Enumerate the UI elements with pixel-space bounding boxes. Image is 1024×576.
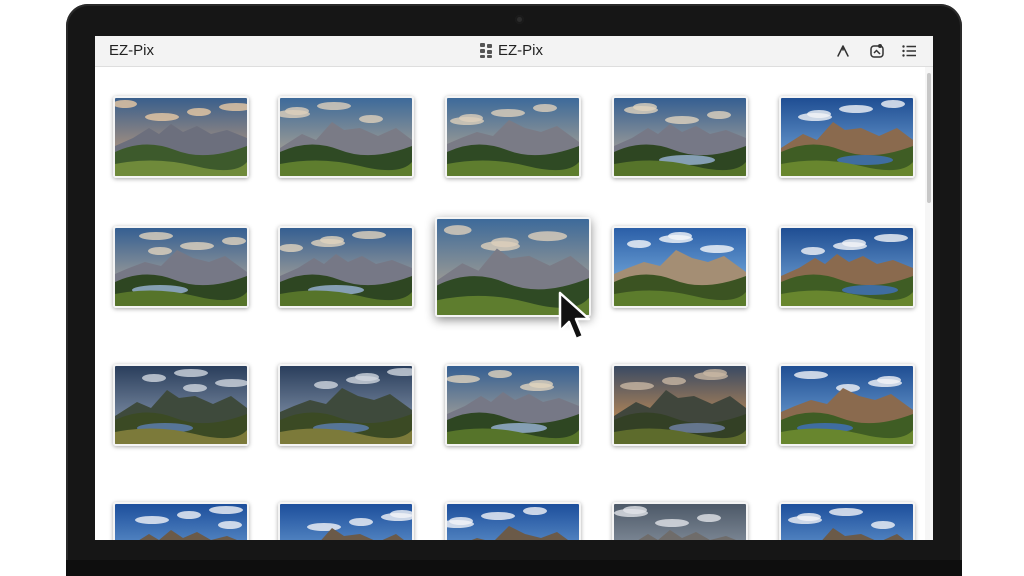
landscape-photo-icon xyxy=(781,98,913,176)
camera-icon xyxy=(515,15,524,24)
landscape-photo-icon xyxy=(447,98,579,176)
photo-thumbnail[interactable] xyxy=(278,364,414,446)
landscape-photo-icon xyxy=(614,366,746,444)
title-bar: EZ-Pix EZ-Pix xyxy=(95,36,933,67)
add-photo-icon[interactable] xyxy=(869,43,885,59)
sort-icon[interactable] xyxy=(835,43,851,59)
app-window: EZ-Pix EZ-Pix xyxy=(95,36,933,540)
photo-thumbnail[interactable] xyxy=(445,364,581,446)
landscape-photo-icon xyxy=(280,366,412,444)
landscape-photo-icon xyxy=(115,504,247,540)
app-logo-icon xyxy=(480,43,492,58)
photo-thumbnail[interactable] xyxy=(445,502,581,540)
scrollbar-thumb[interactable] xyxy=(927,73,931,203)
laptop-base xyxy=(66,560,962,576)
landscape-photo-icon xyxy=(280,228,412,306)
photo-thumbnail[interactable] xyxy=(779,364,915,446)
landscape-photo-icon xyxy=(614,504,746,540)
photo-thumbnail[interactable] xyxy=(278,96,414,178)
list-view-icon[interactable] xyxy=(901,43,917,59)
landscape-photo-icon xyxy=(115,228,247,306)
landscape-photo-icon xyxy=(781,228,913,306)
photo-thumbnail[interactable] xyxy=(779,502,915,540)
landscape-photo-icon xyxy=(447,504,579,540)
photo-thumbnail[interactable] xyxy=(113,226,249,308)
landscape-photo-icon xyxy=(115,366,247,444)
photo-thumbnail[interactable] xyxy=(113,364,249,446)
photo-thumbnail[interactable] xyxy=(612,226,748,308)
landscape-photo-icon xyxy=(280,98,412,176)
landscape-photo-icon xyxy=(781,504,913,540)
photo-thumbnail[interactable] xyxy=(612,96,748,178)
landscape-photo-icon xyxy=(280,504,412,540)
photo-thumbnail[interactable] xyxy=(278,226,414,308)
photo-thumbnail[interactable] xyxy=(113,502,249,540)
app-title: EZ-Pix xyxy=(109,42,154,59)
landscape-photo-icon xyxy=(447,366,579,444)
photo-thumbnail[interactable] xyxy=(445,96,581,178)
landscape-photo-icon xyxy=(781,366,913,444)
photo-thumbnail[interactable] xyxy=(113,96,249,178)
vertical-scrollbar[interactable] xyxy=(925,67,933,540)
mouse-cursor-icon xyxy=(558,291,591,341)
landscape-photo-icon xyxy=(614,98,746,176)
photo-thumbnail[interactable] xyxy=(612,364,748,446)
window-title: EZ-Pix xyxy=(480,42,543,59)
window-title-text: EZ-Pix xyxy=(498,42,543,59)
photo-thumbnail[interactable] xyxy=(779,96,915,178)
landscape-photo-icon xyxy=(614,228,746,306)
photo-thumbnail[interactable] xyxy=(612,502,748,540)
photo-thumbnail[interactable] xyxy=(278,502,414,540)
landscape-photo-icon xyxy=(115,98,247,176)
photo-thumbnail[interactable] xyxy=(779,226,915,308)
